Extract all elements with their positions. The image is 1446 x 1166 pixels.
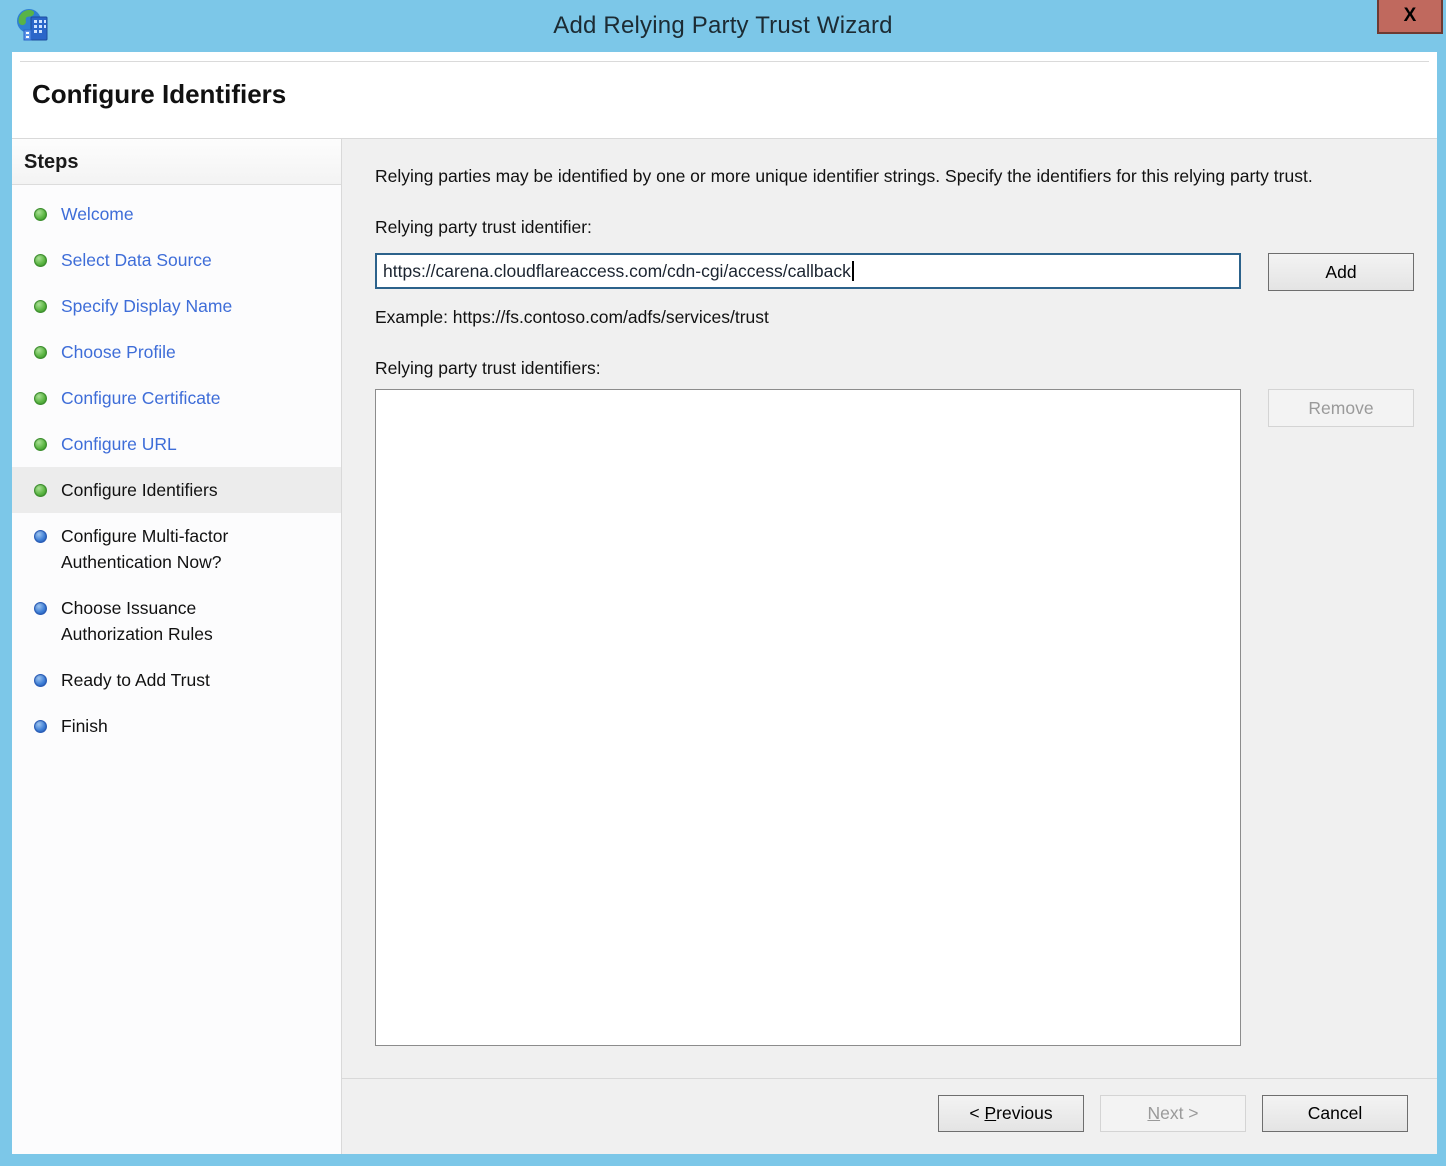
step-label: Select Data Source <box>61 247 212 273</box>
step-pending-icon <box>34 674 47 687</box>
step-pending-icon <box>34 530 47 543</box>
step-label: Ready to Add Trust <box>61 667 210 693</box>
wizard-page-header: Configure Identifiers <box>12 52 1437 138</box>
text-caret <box>852 261 854 281</box>
identifiers-listbox[interactable] <box>375 389 1241 1046</box>
step-label: Choose Issuance Authorization Rules <box>61 595 296 647</box>
identifier-input-value: https://carena.cloudflareaccess.com/cdn-… <box>383 261 851 281</box>
step-complete-icon <box>34 392 47 405</box>
step-item-finish: Finish <box>12 703 341 749</box>
step-complete-icon <box>34 254 47 267</box>
step-label: Configure URL <box>61 431 177 457</box>
step-item-configure-identifiers: Configure Identifiers <box>12 467 341 513</box>
wizard-window: Add Relying Party Trust Wizard X Configu… <box>0 0 1446 1166</box>
step-item-ready-to-add-trust: Ready to Add Trust <box>12 657 341 703</box>
step-item-choose-profile: Choose Profile <box>12 329 341 375</box>
step-item-choose-issuance-authorization-rules: Choose Issuance Authorization Rules <box>12 585 341 657</box>
steps-heading: Steps <box>12 139 341 185</box>
step-complete-icon <box>34 438 47 451</box>
step-pending-icon <box>34 602 47 615</box>
step-item-configure-certificate: Configure Certificate <box>12 375 341 421</box>
step-item-configure-multi-factor-authentication-now: Configure Multi-factor Authentication No… <box>12 513 341 585</box>
next-button[interactable]: Next > <box>1100 1095 1246 1132</box>
step-label: Configure Certificate <box>61 385 221 411</box>
step-label: Choose Profile <box>61 339 176 365</box>
close-button[interactable]: X <box>1377 0 1443 34</box>
previous-button[interactable]: < Previous <box>938 1095 1084 1132</box>
wizard-content: Relying parties may be identified by one… <box>342 139 1437 1078</box>
wizard-footer: < Previous Next > Cancel <box>342 1078 1437 1154</box>
example-text: Example: https://fs.contoso.com/adfs/ser… <box>375 307 1414 328</box>
step-complete-icon <box>34 346 47 359</box>
step-complete-icon <box>34 300 47 313</box>
add-button[interactable]: Add <box>1268 253 1414 291</box>
step-item-configure-url: Configure URL <box>12 421 341 467</box>
step-label: Specify Display Name <box>61 293 232 319</box>
identifiers-list-label: Relying party trust identifiers: <box>375 358 1414 379</box>
identifier-field-label: Relying party trust identifier: <box>375 217 1414 238</box>
step-label: Configure Identifiers <box>61 477 218 503</box>
step-complete-icon <box>34 208 47 221</box>
intro-text: Relying parties may be identified by one… <box>375 163 1400 190</box>
page-title: Configure Identifiers <box>12 52 1437 110</box>
step-item-welcome: Welcome <box>12 191 341 237</box>
step-item-select-data-source: Select Data Source <box>12 237 341 283</box>
step-pending-icon <box>34 720 47 733</box>
step-label: Welcome <box>61 201 134 227</box>
adfs-app-icon <box>14 6 54 46</box>
remove-button[interactable]: Remove <box>1268 389 1414 427</box>
window-title: Add Relying Party Trust Wizard <box>0 12 1446 40</box>
titlebar[interactable]: Add Relying Party Trust Wizard X <box>0 0 1446 52</box>
cancel-button[interactable]: Cancel <box>1262 1095 1408 1132</box>
identifier-input[interactable]: https://carena.cloudflareaccess.com/cdn-… <box>375 253 1241 289</box>
step-label: Configure Multi-factor Authentication No… <box>61 523 296 575</box>
step-item-specify-display-name: Specify Display Name <box>12 283 341 329</box>
steps-list: Welcome Select Data Source Specify Display… <box>12 191 341 749</box>
step-complete-icon <box>34 484 47 497</box>
steps-sidebar: Steps Welcome Select Data Source Specify D… <box>12 139 342 1154</box>
close-icon: X <box>1404 5 1417 27</box>
step-label: Finish <box>61 713 108 739</box>
